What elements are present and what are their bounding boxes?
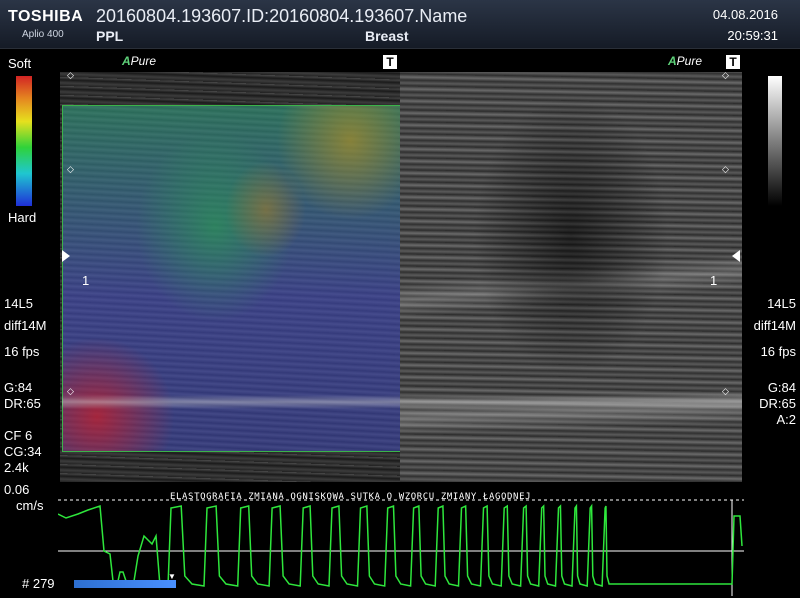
right-fps: 16 fps — [760, 344, 796, 359]
scale-unit: cm/s — [16, 498, 44, 513]
model-label: Aplio 400 — [22, 29, 64, 40]
frame-number: # 279 — [22, 576, 55, 591]
soft-label: Soft — [8, 56, 32, 71]
hard-label: Hard — [8, 210, 37, 225]
wave-trace — [58, 503, 743, 587]
tissue-interface-line — [62, 395, 742, 409]
grayscale-bar — [768, 76, 782, 206]
cine-progress-bar[interactable] — [74, 580, 176, 588]
mode-tag-left: APure — [122, 54, 156, 68]
right-gain: G:84 — [767, 380, 796, 395]
left-cg: CG:34 — [4, 444, 42, 459]
t-icon-left[interactable]: T — [383, 55, 397, 69]
scale-value: 0.06 — [4, 482, 30, 497]
t-icon-right[interactable]: T — [726, 55, 740, 69]
left-gain: G:84 — [4, 380, 33, 395]
mode-label-right: Pure — [676, 54, 703, 68]
left-dr: DR:65 — [4, 396, 41, 411]
left-mode: diff14M — [4, 318, 47, 333]
right-a: A:2 — [776, 412, 796, 427]
right-probe: 14L5 — [767, 296, 796, 311]
mode-tag-right: APure — [668, 54, 702, 68]
depth-marker-icon: ◇ — [722, 70, 729, 80]
depth-marker-icon: ◇ — [67, 386, 74, 396]
right-dr: DR:65 — [759, 396, 796, 411]
date-label: 04.08.2016 — [712, 7, 778, 22]
right-mode: diff14M — [753, 318, 796, 333]
study-title: 20160804.193607.ID:20160804.193607.Name — [96, 6, 468, 26]
left-fps: 16 fps — [4, 344, 40, 359]
preset-label: PPL — [96, 28, 124, 44]
cine-position-icon[interactable]: ▼ — [168, 572, 176, 581]
wave-title: ELASTOGRAFIA ZMIANA OGNISKOWA SUTKA O WZ… — [170, 492, 532, 502]
left-cf: CF 6 — [4, 428, 33, 443]
focus-pointer-icon-left — [62, 250, 70, 262]
focus-pointer-icon-right — [732, 250, 740, 262]
depth-marker-icon: ◇ — [722, 386, 729, 396]
depth-marker-icon: ◇ — [722, 164, 729, 174]
mode-label-left: Pure — [130, 54, 157, 68]
time-label: 20:59:31 — [727, 28, 778, 43]
left-prf: 2.4k — [4, 460, 29, 475]
depth-marker-icon: ◇ — [67, 70, 74, 80]
brand-logo: TOSHIBA — [8, 8, 84, 25]
organ-label: Breast — [365, 28, 409, 44]
mode-prefix-right: A — [668, 54, 677, 68]
focus-number-left: 1 — [82, 273, 90, 288]
focus-number-right: 1 — [710, 273, 718, 288]
mode-prefix-left: A — [122, 54, 131, 68]
elasticity-color-bar — [16, 76, 32, 206]
left-probe: 14L5 — [4, 296, 33, 311]
depth-marker-icon: ◇ — [67, 164, 74, 174]
bmode-image — [400, 72, 742, 482]
